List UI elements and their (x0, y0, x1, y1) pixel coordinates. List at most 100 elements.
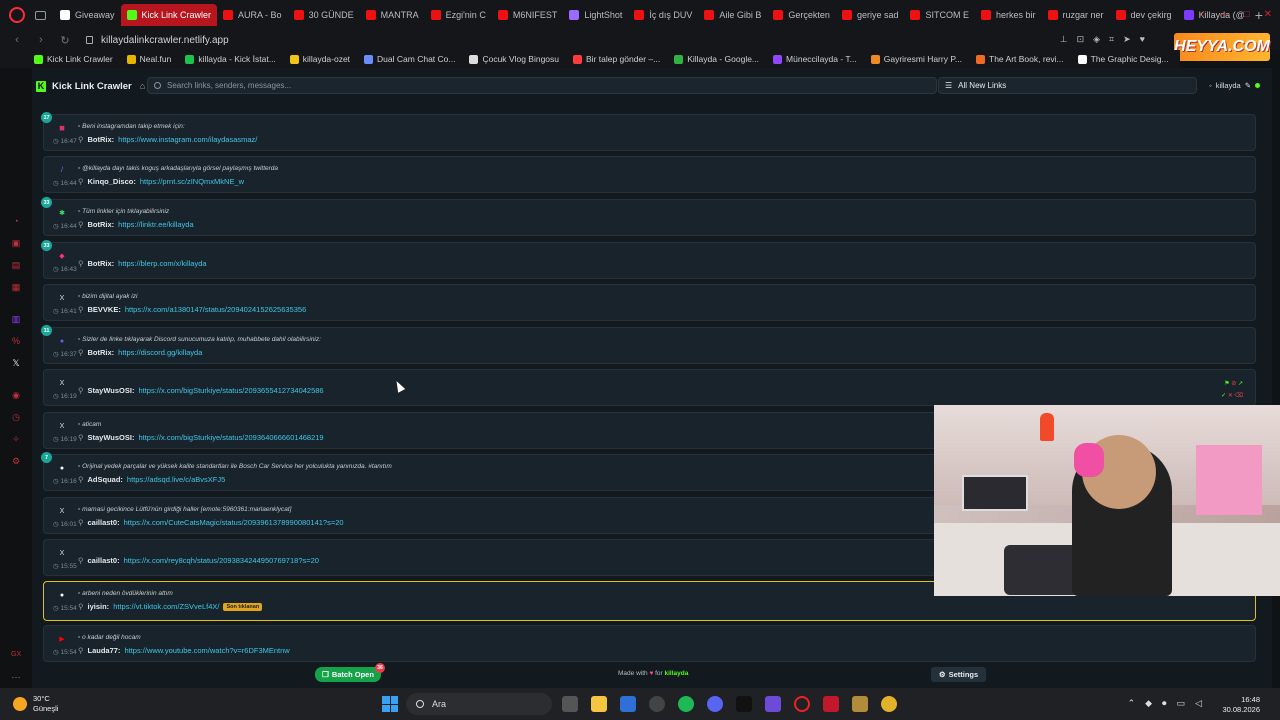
discord-icon[interactable] (707, 696, 723, 712)
hide-icon[interactable]: ✕ (1228, 393, 1233, 399)
open-icon[interactable]: ↗ (1238, 381, 1243, 387)
maximize-icon[interactable]: □ (1244, 9, 1250, 20)
link-row[interactable]: ▶ ◷ 15:54 ▫ o kadar değil hocam ⚲ Lauda77:… (43, 625, 1256, 662)
reload-icon[interactable]: ↻ (58, 34, 72, 47)
row-link[interactable]: https://x.com/CuteCatsMagic/status/20939… (124, 518, 344, 527)
spotify-icon[interactable] (678, 696, 694, 712)
add-user-icon[interactable]: ⚑ (1224, 381, 1229, 387)
shield-icon[interactable]: ◈ (1093, 34, 1100, 45)
volume-icon[interactable]: ◁ (1195, 698, 1202, 709)
row-link[interactable]: https://linktr.ee/killayda (118, 220, 193, 229)
obs-icon[interactable] (823, 696, 839, 712)
browser-tab[interactable]: 30 GÜNDE (288, 4, 360, 26)
file-explorer-icon[interactable] (591, 696, 607, 712)
bookmark-item[interactable]: Müneccilayda - T... (773, 54, 857, 64)
browser-tab[interactable]: LightShot (563, 4, 628, 26)
link-row[interactable]: 11 ● ◷ 16:37 ▫ Sizler de linke tıklayarak D… (41, 325, 1256, 364)
player-icon[interactable]: ◉ (11, 390, 21, 400)
browser-tab[interactable]: Gerçekten (767, 4, 836, 26)
mail-icon[interactable] (620, 696, 636, 712)
row-link[interactable]: https://adsqd.live/c/aBvsXFJ5 (127, 475, 225, 484)
browser-tab[interactable]: Aile Gibi B (698, 4, 767, 26)
microphone-icon[interactable]: ⏺ (1162, 698, 1167, 709)
tray-chevron-icon[interactable]: ⌃ (1128, 698, 1136, 709)
heart-icon[interactable]: ♥ (1140, 34, 1145, 45)
opera-gx-taskbar-icon[interactable] (794, 696, 810, 712)
bookmark-item[interactable]: The Art Book, revi... (976, 54, 1064, 64)
messenger-icon[interactable]: ▤ (11, 260, 21, 270)
percent-icon[interactable]: % (11, 336, 21, 346)
crop-icon[interactable]: ⌗ (1109, 34, 1114, 45)
block-icon[interactable]: ⊘ (1231, 381, 1236, 387)
link-row[interactable]: / ◷ 16:44 ▫ @killayda dayı takis koguş ark… (43, 156, 1256, 193)
row-link[interactable]: https://www.youtube.com/watch?v=r6DF3MEn… (124, 646, 289, 655)
bookmark-item[interactable]: killayda - Kick İstat... (185, 54, 276, 64)
url-field[interactable]: killaydalinkcrawler.netlify.app (86, 35, 229, 46)
link-row[interactable]: X ◷ 16:41 ▫ bizim dijital ayak izi ⚲ BEVVK… (43, 284, 1256, 321)
extension-logo[interactable]: HEYYA.COM (1174, 33, 1270, 61)
link-row[interactable]: 33 ✱ ◷ 16:44 ▫ Tüm linkler için tıklayabili… (41, 197, 1256, 236)
start-button[interactable] (382, 696, 398, 712)
twitch-icon[interactable]: ▥ (11, 314, 21, 324)
bookmark-item[interactable]: Neal.fun (126, 54, 171, 64)
minimize-icon[interactable]: — (1220, 9, 1230, 20)
bookmark-item[interactable]: Dual Cam Chat Co... (364, 54, 455, 64)
row-link[interactable]: https://x.com/a1380147/status/2094024152… (125, 305, 306, 314)
browser-tab[interactable]: M6NIFEST (492, 4, 564, 26)
github-icon[interactable] (649, 696, 665, 712)
app-grid-icon[interactable] (765, 696, 781, 712)
gx-icon[interactable]: GX (11, 650, 21, 660)
browser-tab[interactable]: AURA - Bo (217, 4, 288, 26)
task-view-icon[interactable] (562, 696, 578, 712)
browser-tab[interactable]: herkes bir (975, 4, 1042, 26)
search-tabs-icon[interactable]: ○ (1200, 9, 1206, 20)
wallet-icon[interactable]: ▦ (11, 282, 21, 292)
taskbar-search[interactable]: Ara (406, 693, 552, 715)
app-gold-icon[interactable] (852, 696, 868, 712)
filter-select[interactable]: ☰ All New Links (938, 77, 1197, 94)
search-input[interactable] (167, 81, 867, 90)
chrome-icon[interactable] (881, 696, 897, 712)
browser-tab[interactable]: dev çekirg (1110, 4, 1178, 26)
browser-tab[interactable]: İç dış DUV (628, 4, 698, 26)
tray-app-icon[interactable]: ◆ (1145, 698, 1152, 709)
close-window-icon[interactable]: ✕ (1264, 9, 1272, 20)
browser-tab[interactable]: Giveaway (54, 4, 121, 26)
shopping-icon[interactable]: ▣ (11, 238, 21, 248)
network-icon[interactable]: ▭ (1177, 698, 1186, 709)
bookmark-item[interactable]: Gayriresmi Harry P... (870, 54, 962, 64)
tab-overview-icon[interactable] (35, 10, 46, 20)
pin-app-icon[interactable]: ⌂ (140, 81, 145, 91)
snapshot-icon[interactable]: ⊡ (1077, 34, 1085, 45)
delete-icon[interactable]: ⌫ (1235, 393, 1243, 399)
settings-button[interactable]: ⚙ Settings (931, 667, 986, 682)
history-icon[interactable]: ◷ (11, 412, 21, 422)
browser-tab[interactable]: SITCOM E (904, 4, 975, 26)
batch-open-button[interactable]: ❐ Batch Open 36 (315, 663, 385, 682)
edit-user-icon[interactable]: ✎ (1245, 81, 1251, 90)
link-row[interactable]: 33 ◆ ◷ 16:43 ⚲ BotRix: https://blerp.com/x… (41, 240, 1256, 279)
extensions-icon[interactable]: ✧ (11, 434, 21, 444)
pin-icon[interactable]: ⊥ (1060, 34, 1068, 45)
app-g-icon[interactable] (736, 696, 752, 712)
browser-tab[interactable]: MANTRA (360, 4, 425, 26)
taskbar-clock[interactable]: 16:48 30.08.2026 (1222, 695, 1260, 715)
row-link[interactable]: https://prnt.sc/zINQmxMkNE_w (140, 177, 244, 186)
forward-icon[interactable]: › (34, 34, 48, 46)
bookmark-item[interactable]: The Graphic Desig... (1077, 54, 1169, 64)
row-link[interactable]: https://x.com/bigSturkiye/status/2093655… (138, 386, 323, 395)
browser-tab[interactable]: geriye sad (836, 4, 905, 26)
row-link[interactable]: https://discord.gg/killayda (118, 348, 202, 357)
more-icon[interactable]: ⋯ (11, 672, 21, 682)
weather-widget[interactable]: 30°C Güneşli (13, 694, 58, 714)
opera-logo-icon[interactable] (9, 7, 25, 23)
row-link[interactable]: https://vt.tiktok.com/ZSVveLf4X/ (113, 602, 219, 611)
row-link[interactable]: https://blerp.com/x/killayda (118, 259, 206, 268)
link-row[interactable]: X ◷ 16:19 ⚲ StayWusOSI: https://x.com/big… (43, 369, 1256, 406)
link-row[interactable]: 17 ◼ ◷ 16:47 ▫ Beni instagramdan takip etme… (41, 112, 1256, 151)
browser-tab[interactable]: ruzgar ner (1042, 4, 1110, 26)
bookmark-item[interactable]: Kick Link Crawler (34, 54, 113, 64)
browser-tab[interactable]: Ezgi'nin C (425, 4, 492, 26)
browser-tab[interactable]: Kick Link Crawler (120, 4, 218, 26)
check-icon[interactable]: ✓ (1221, 393, 1226, 399)
